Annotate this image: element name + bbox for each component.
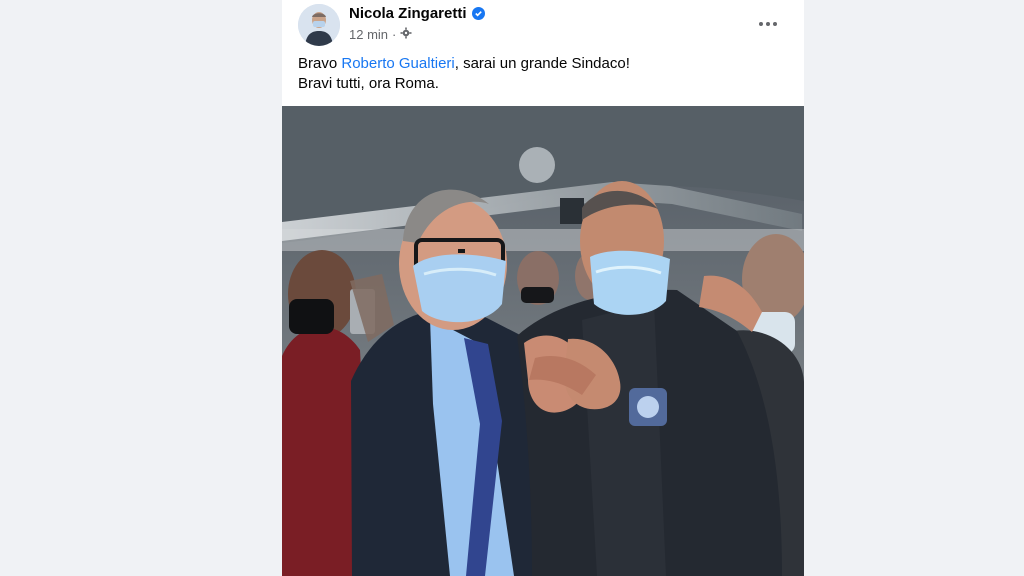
more-dot-icon bbox=[766, 22, 770, 26]
separator-dot: · bbox=[392, 27, 397, 42]
post-time[interactable]: 12 min bbox=[349, 27, 388, 42]
post-meta: 12 min · bbox=[349, 27, 412, 42]
author-name[interactable]: Nicola Zingaretti bbox=[349, 5, 467, 22]
verified-badge-icon bbox=[471, 7, 485, 20]
post-image bbox=[282, 106, 804, 576]
mention-link[interactable]: Roberto Gualtieri bbox=[341, 55, 454, 72]
more-dot-icon bbox=[759, 22, 763, 26]
avatar-image bbox=[298, 4, 340, 46]
author-avatar[interactable] bbox=[298, 4, 340, 46]
text-suffix: , sarai un grande Sindaco! bbox=[454, 55, 630, 72]
post-text: Bravo Roberto Gualtieri, sarai un grande… bbox=[298, 54, 788, 94]
more-dot-icon bbox=[773, 22, 777, 26]
post-photo[interactable] bbox=[282, 106, 804, 576]
more-options-button[interactable] bbox=[750, 10, 786, 38]
facebook-post: Nicola Zingaretti 12 min · Bravo Roberto… bbox=[282, 0, 804, 576]
post-header: Nicola Zingaretti 12 min · bbox=[282, 0, 804, 48]
gear-icon bbox=[400, 27, 412, 42]
text-prefix: Bravo bbox=[298, 55, 342, 72]
post-text-line-2: Bravi tutti, ora Roma. bbox=[298, 75, 439, 92]
author-name-row: Nicola Zingaretti bbox=[349, 5, 485, 22]
post-text-line-1: Bravo Roberto Gualtieri, sarai un grande… bbox=[298, 54, 788, 74]
